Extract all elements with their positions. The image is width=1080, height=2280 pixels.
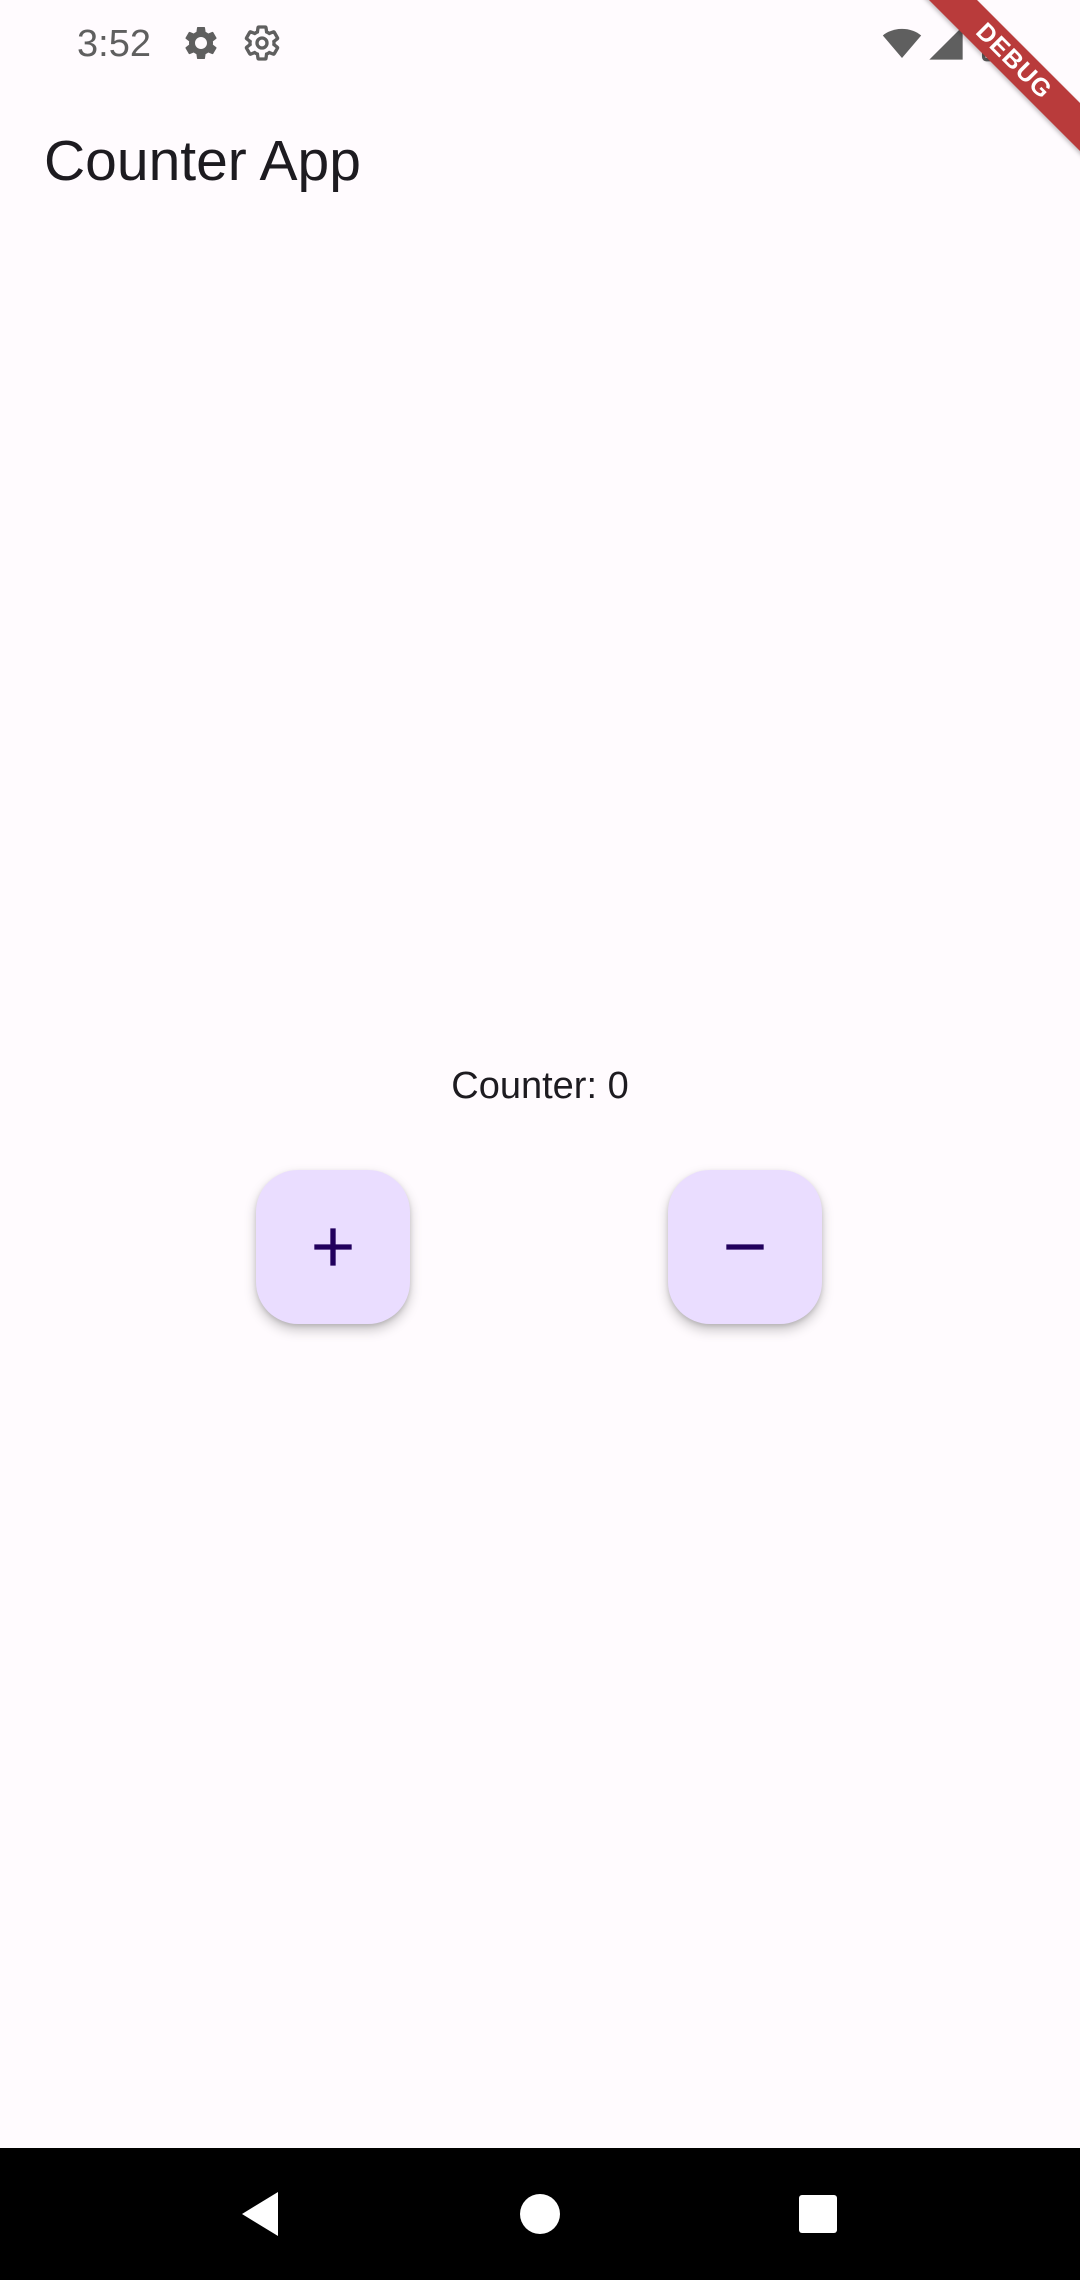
screen: 3:52 DEBUG Counter App Counter: 0 xyxy=(0,0,1080,2280)
app-bar: Counter App xyxy=(0,88,1080,228)
wifi-icon xyxy=(882,23,922,63)
settings-outline-icon xyxy=(242,23,282,63)
navigation-bar xyxy=(0,2148,1080,2280)
status-bar: 3:52 xyxy=(0,0,1080,88)
app-title: Counter App xyxy=(44,129,361,193)
back-icon xyxy=(238,2190,282,2238)
home-button[interactable] xyxy=(510,2184,570,2244)
status-time: 3:52 xyxy=(77,23,151,65)
settings-gear-icon xyxy=(181,23,221,63)
plus-icon xyxy=(301,1215,365,1279)
increment-button[interactable] xyxy=(256,1170,410,1324)
minus-icon xyxy=(713,1215,777,1279)
recents-button[interactable] xyxy=(788,2184,848,2244)
home-icon xyxy=(519,2193,561,2235)
counter-label: Counter: 0 xyxy=(451,1065,629,1107)
recents-icon xyxy=(798,2194,838,2234)
decrement-button[interactable] xyxy=(668,1170,822,1324)
back-button[interactable] xyxy=(230,2184,290,2244)
